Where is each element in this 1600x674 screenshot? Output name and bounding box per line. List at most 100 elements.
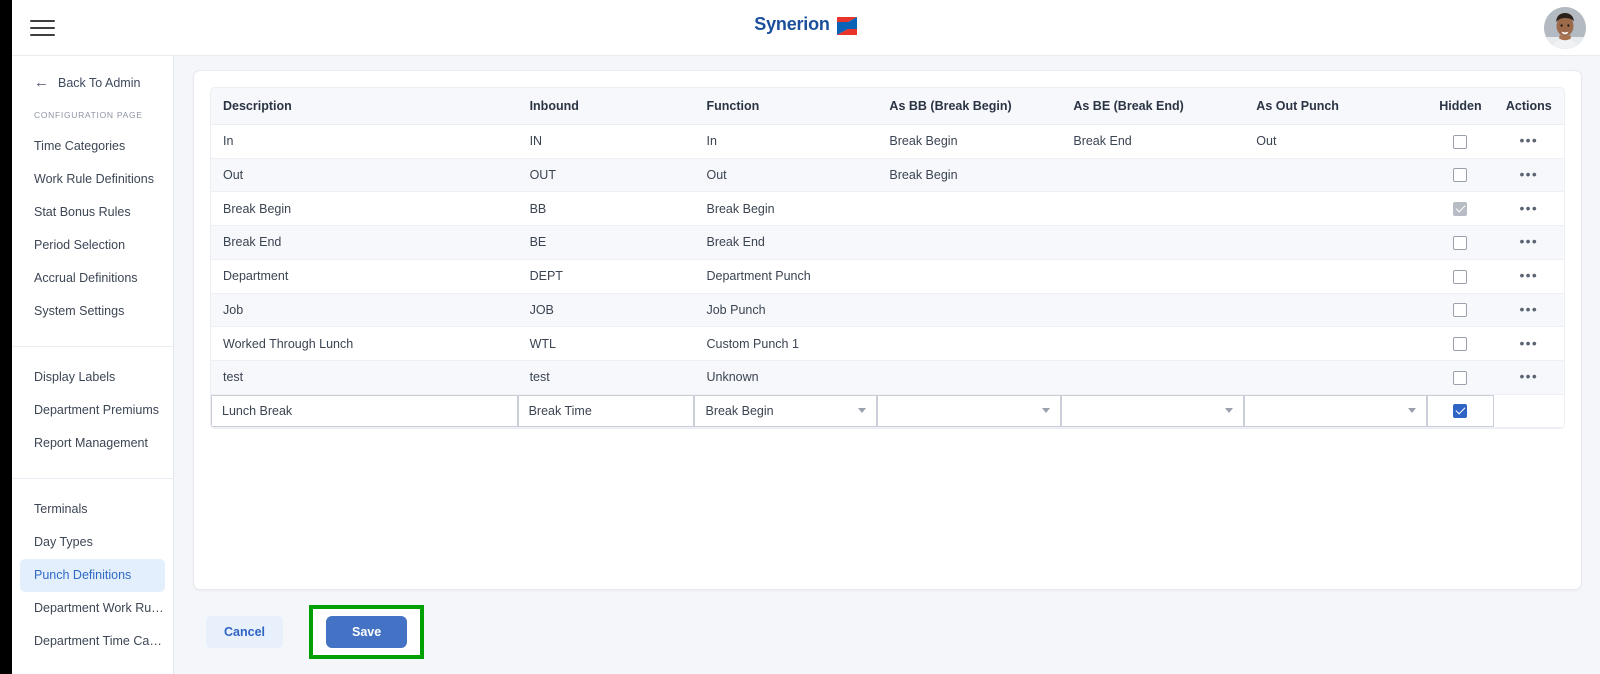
- form-footer: Cancel Save: [194, 605, 1583, 659]
- cell-hidden: [1427, 259, 1494, 294]
- cell-as-be: Break End: [1061, 124, 1245, 159]
- sidebar-item-system-settings[interactable]: System Settings: [20, 295, 165, 328]
- cell-actions: •••: [1493, 124, 1564, 159]
- edit-cell-hidden: [1427, 394, 1494, 428]
- cell-function: In: [694, 124, 878, 159]
- brand-logo: Synerion: [12, 14, 1600, 35]
- punch-definitions-card: Description Inbound Function As BB (Brea…: [193, 70, 1582, 659]
- hidden-checkbox[interactable]: [1453, 303, 1468, 318]
- table-row[interactable]: In IN In Break Begin Break End Out •••: [211, 124, 1564, 159]
- cell-hidden: [1427, 326, 1494, 361]
- sidebar-item-time-categories[interactable]: Time Categories: [20, 130, 165, 163]
- hidden-checkbox[interactable]: [1453, 336, 1468, 351]
- cell-as-be: [1061, 225, 1245, 260]
- sidebar-item-punch-definitions[interactable]: Punch Definitions: [20, 559, 165, 592]
- sidebar-item-display-labels[interactable]: Display Labels: [20, 361, 165, 394]
- column-header-function: Function: [694, 88, 878, 125]
- save-button[interactable]: Save: [326, 616, 408, 648]
- cell-function: Out: [694, 158, 878, 193]
- cell-actions: •••: [1493, 326, 1564, 361]
- app-root: Synerion ← Back To Admin CONFIGURATION P…: [0, 0, 1600, 674]
- hidden-checkbox[interactable]: [1453, 269, 1468, 284]
- brand-name-text: Synerion: [754, 14, 830, 34]
- inbound-input[interactable]: [517, 394, 695, 427]
- table-row[interactable]: test test Unknown •••: [211, 360, 1564, 395]
- cell-as-bb: [877, 259, 1062, 294]
- row-actions-icon[interactable]: •••: [1519, 369, 1538, 383]
- punch-definitions-table: Description Inbound Function As BB (Brea…: [211, 88, 1564, 428]
- cell-hidden: [1427, 124, 1494, 159]
- cell-inbound: BB: [517, 191, 695, 227]
- sidebar-item-department-premiums[interactable]: Department Premiums: [20, 394, 165, 427]
- cell-hidden: [1427, 191, 1494, 227]
- cell-as-bb: [877, 293, 1062, 328]
- cancel-button[interactable]: Cancel: [206, 616, 283, 648]
- chevron-down-icon: [1042, 408, 1051, 414]
- cell-inbound: IN: [517, 124, 695, 159]
- hidden-checkbox-container[interactable]: [1427, 394, 1494, 427]
- table-row[interactable]: Break End BE Break End •••: [211, 225, 1564, 260]
- sidebar-item-accrual-definitions[interactable]: Accrual Definitions: [20, 262, 165, 295]
- table-row[interactable]: Job JOB Job Punch •••: [211, 293, 1564, 328]
- row-actions-icon[interactable]: •••: [1519, 302, 1538, 316]
- cell-actions: •••: [1493, 191, 1564, 227]
- back-to-admin-link[interactable]: ← Back To Admin: [12, 56, 173, 90]
- cell-inbound: JOB: [517, 293, 695, 328]
- hidden-checkbox[interactable]: [1453, 134, 1468, 149]
- chevron-down-icon: [1408, 408, 1417, 414]
- cell-as-bb: [877, 191, 1062, 227]
- sidebar-item-day-types[interactable]: Day Types: [20, 526, 165, 559]
- as-be-select[interactable]: [1061, 394, 1245, 427]
- sidebar-item-stat-bonus-rules[interactable]: Stat Bonus Rules: [20, 196, 165, 229]
- top-header-bar: Synerion: [12, 0, 1600, 56]
- edit-cell-description: [211, 394, 518, 428]
- cell-inbound: test: [517, 360, 695, 395]
- sidebar-item-work-rule-definitions[interactable]: Work Rule Definitions: [20, 163, 165, 196]
- cell-inbound: OUT: [517, 158, 695, 193]
- table-row[interactable]: Out OUT Out Break Begin •••: [211, 158, 1564, 193]
- cell-inbound: BE: [517, 225, 695, 260]
- sidebar-item-terminals[interactable]: Terminals: [20, 493, 165, 526]
- sidebar-item-period-selection[interactable]: Period Selection: [20, 229, 165, 262]
- table-row[interactable]: Worked Through Lunch WTL Custom Punch 1 …: [211, 326, 1564, 361]
- column-header-as-be: As BE (Break End): [1061, 88, 1245, 125]
- cell-as-out-punch: [1244, 293, 1428, 328]
- sidebar-item-department-time-category[interactable]: Department Time Category ...: [20, 625, 165, 658]
- column-header-actions: Actions: [1493, 88, 1564, 125]
- row-actions-icon[interactable]: •••: [1519, 336, 1538, 350]
- hidden-checkbox[interactable]: [1453, 168, 1468, 183]
- function-select[interactable]: Break Begin: [694, 394, 878, 427]
- hidden-checkbox[interactable]: [1453, 370, 1468, 385]
- row-actions-icon[interactable]: •••: [1519, 234, 1538, 248]
- table-edit-row[interactable]: Break Begin: [211, 394, 1564, 428]
- edit-cell-as-out-punch: [1244, 394, 1428, 428]
- sidebar-group-configuration: Time Categories Work Rule Definitions St…: [12, 120, 173, 338]
- cell-as-out-punch: [1244, 225, 1428, 260]
- cell-description: Out: [211, 158, 518, 193]
- left-black-rail: [0, 0, 12, 674]
- row-actions-icon[interactable]: •••: [1519, 167, 1538, 181]
- cell-as-be: [1061, 360, 1245, 395]
- cell-description: Break Begin: [211, 191, 518, 227]
- synerion-logo-icon: [836, 16, 858, 36]
- table-row[interactable]: Break Begin BB Break Begin •••: [211, 191, 1564, 227]
- row-actions-icon[interactable]: •••: [1519, 133, 1538, 147]
- cell-hidden: [1427, 360, 1494, 395]
- sidebar-item-report-management[interactable]: Report Management: [20, 427, 165, 460]
- table-row[interactable]: Department DEPT Department Punch •••: [211, 259, 1564, 294]
- avatar-photo: [1544, 7, 1586, 49]
- user-avatar[interactable]: [1544, 7, 1586, 49]
- as-out-punch-select[interactable]: [1244, 394, 1428, 427]
- hidden-checkbox[interactable]: [1453, 235, 1468, 250]
- cell-as-out-punch: [1244, 259, 1428, 294]
- row-actions-icon[interactable]: •••: [1519, 268, 1538, 282]
- as-bb-select[interactable]: [877, 394, 1062, 427]
- cell-description: Worked Through Lunch: [211, 326, 518, 361]
- row-actions-icon[interactable]: •••: [1519, 201, 1538, 215]
- cell-as-out-punch: [1244, 360, 1428, 395]
- hidden-checkbox[interactable]: [1453, 403, 1468, 418]
- description-input[interactable]: [211, 394, 518, 427]
- cell-function: Break End: [694, 225, 878, 260]
- hidden-checkbox: [1453, 202, 1468, 217]
- sidebar-item-department-work-rules-filter[interactable]: Department Work Rules Filt...: [20, 592, 165, 625]
